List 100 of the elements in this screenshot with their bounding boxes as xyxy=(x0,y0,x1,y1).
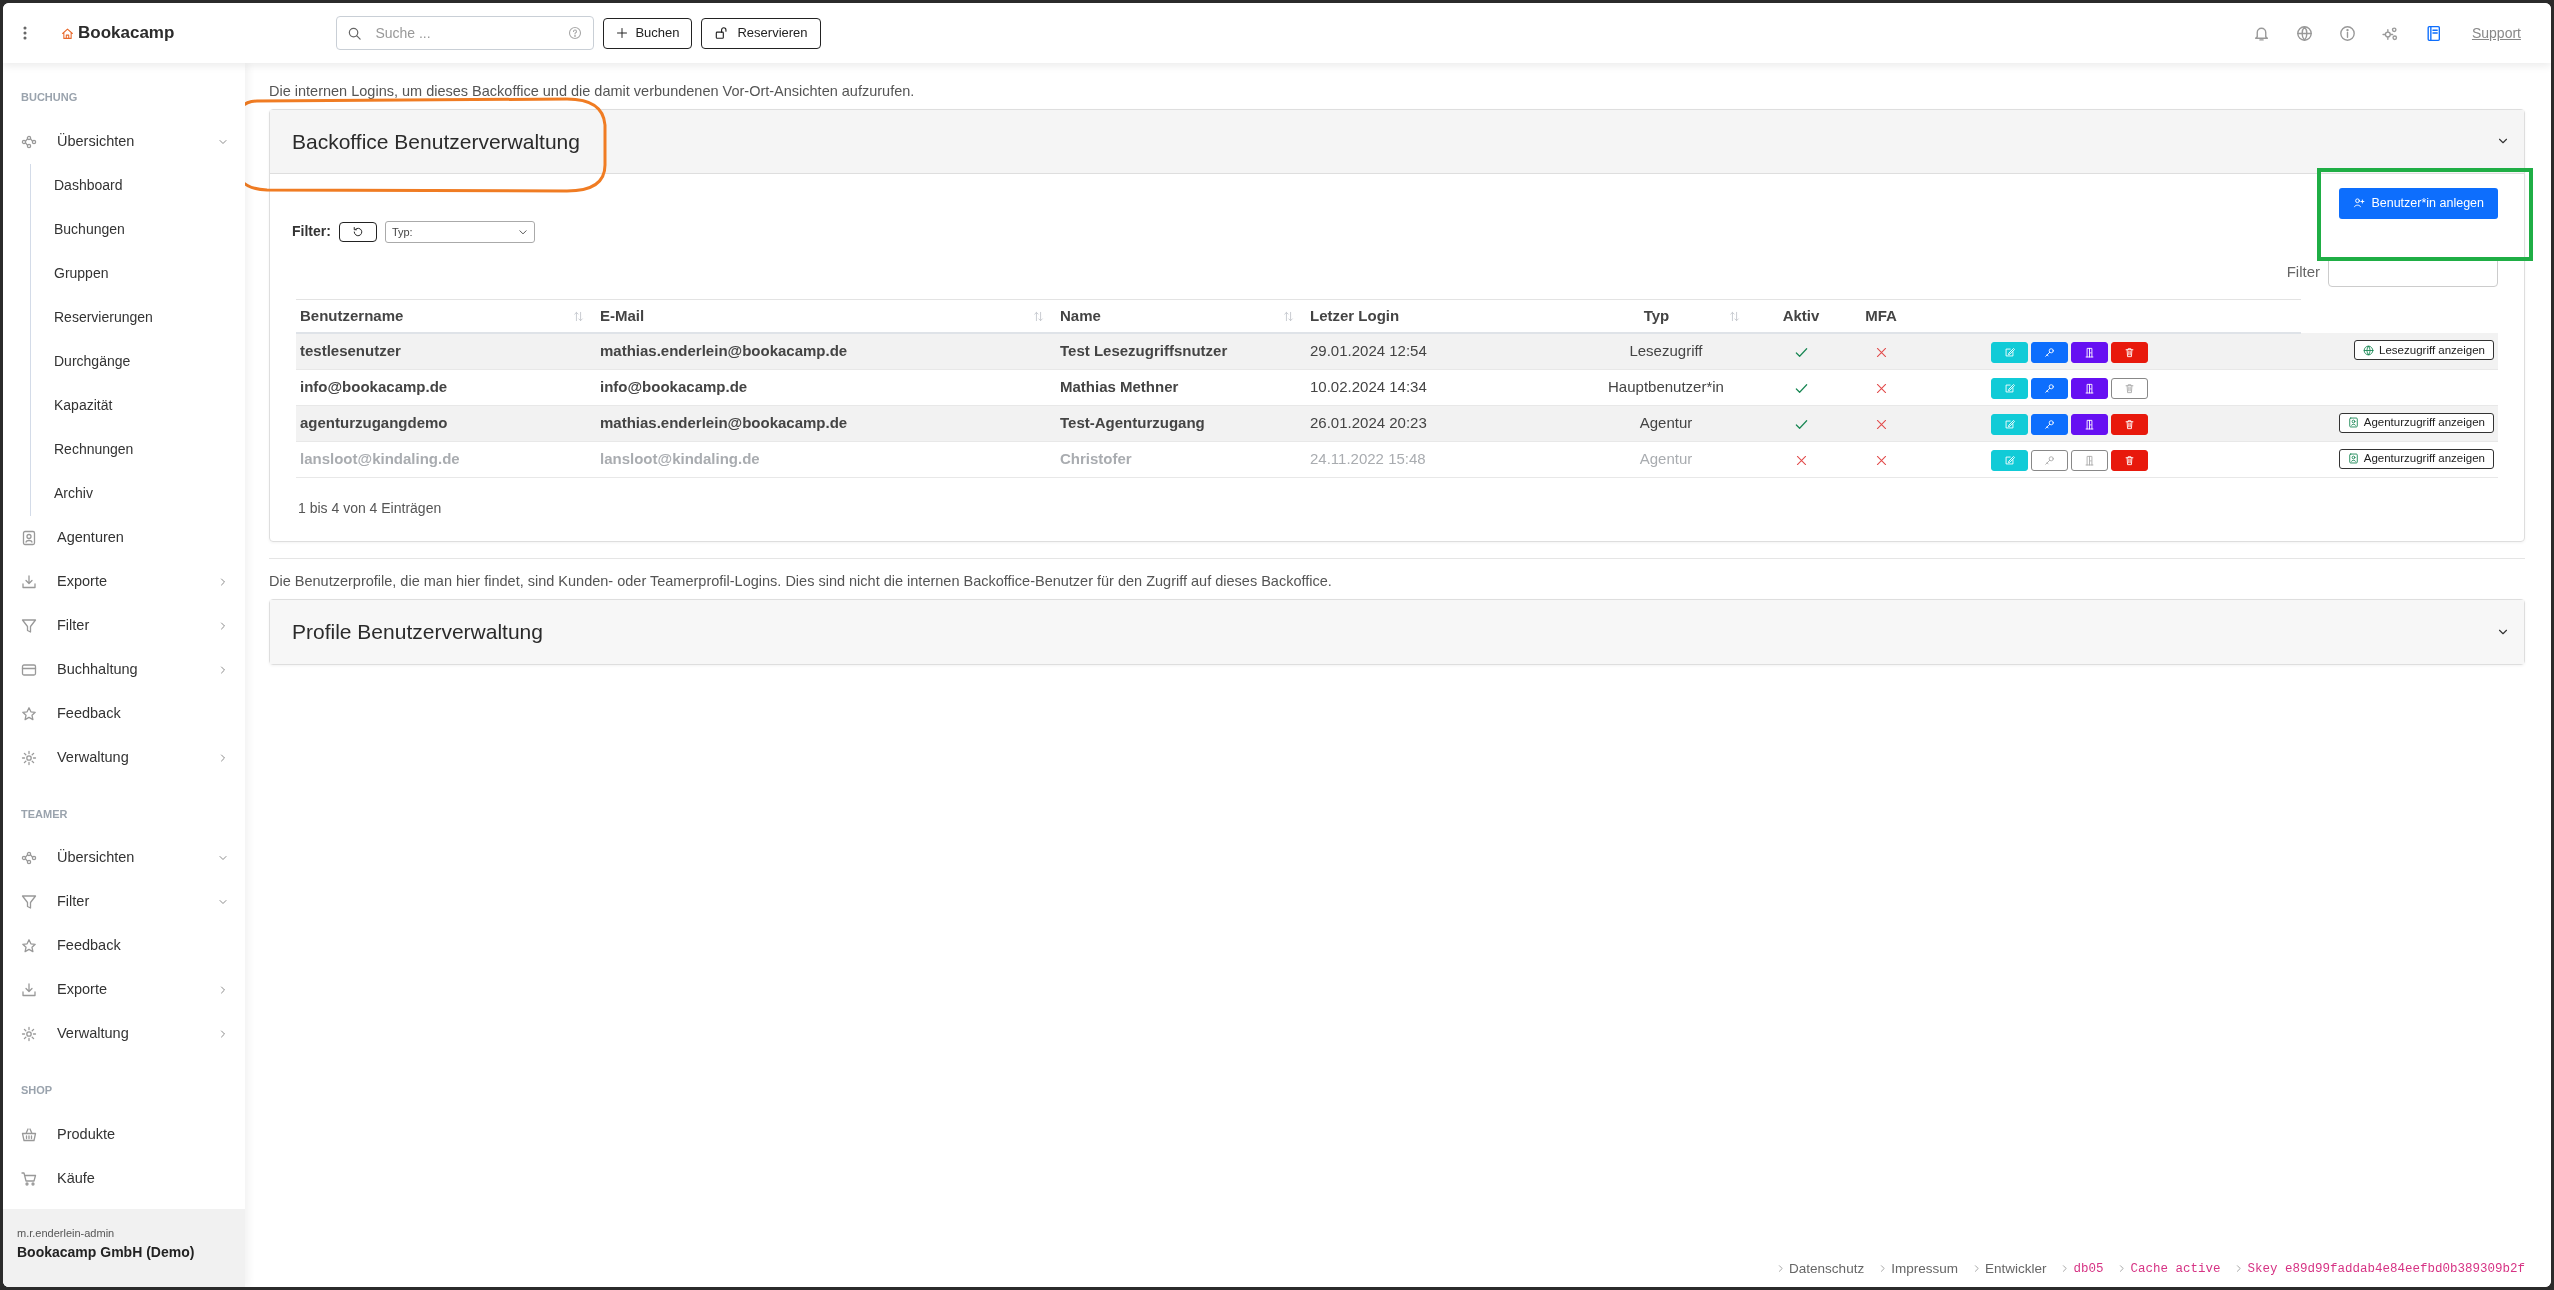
card-header[interactable]: Profile Benutzerverwaltung xyxy=(270,599,2524,664)
contact-card-icon xyxy=(2347,453,2359,464)
gear-icon xyxy=(21,749,37,766)
bell-icon[interactable] xyxy=(2252,24,2270,42)
column-header[interactable]: E-Mail xyxy=(600,304,645,328)
download-icon xyxy=(21,573,37,590)
reset-icon xyxy=(351,225,364,238)
section-heading: SHOP xyxy=(20,1083,54,1098)
sidebar-item[interactable]: Verwaltung xyxy=(3,1012,245,1056)
pencil-icon xyxy=(2003,418,2015,430)
globe-icon xyxy=(2363,344,2375,356)
sidebar-item[interactable]: Käufe xyxy=(3,1156,245,1201)
footer-link[interactable]: Datenschutz xyxy=(1789,1258,1865,1279)
door-icon xyxy=(2083,382,2095,394)
username-cell: testlesenutzer xyxy=(300,342,401,360)
sidebar-item[interactable]: Produkte xyxy=(3,1112,245,1157)
sidebar-item[interactable]: Buchhaltung xyxy=(3,647,245,692)
sidebar-item[interactable]: Filter xyxy=(3,603,245,648)
reserve-button[interactable]: Reservieren xyxy=(701,17,821,49)
type-cell: Hauptbenutzer*in xyxy=(1608,378,1724,395)
door-icon xyxy=(2083,346,2095,358)
access-button[interactable] xyxy=(2070,413,2108,435)
chevron-icon xyxy=(2117,1264,2127,1274)
sort-icon[interactable] xyxy=(1033,310,1044,322)
type-cell: Lesezugriff xyxy=(1629,342,1703,360)
sidebar-item[interactable]: Exporte xyxy=(3,968,245,1012)
name-cell: Mathias Methner xyxy=(1060,378,1179,395)
sort-icon[interactable] xyxy=(1729,310,1741,322)
sidebar-item[interactable]: Übersichten xyxy=(3,119,245,164)
info-icon[interactable] xyxy=(2338,24,2356,42)
name-cell: Christofer xyxy=(1060,450,1132,467)
date-cell: 29.01.2024 12:54 xyxy=(1310,342,1427,360)
pencil-icon xyxy=(2003,454,2015,466)
book-button[interactable]: Buchen xyxy=(603,17,693,49)
trash-icon xyxy=(2123,346,2135,358)
delete-button[interactable] xyxy=(2110,413,2148,435)
sidebar-item[interactable]: Feedback xyxy=(3,691,245,736)
delete-button[interactable] xyxy=(2110,377,2148,399)
edit-button[interactable] xyxy=(1990,341,2028,363)
view-access-button[interactable]: Lesezugriff anzeigen xyxy=(2354,340,2494,361)
chevron-icon xyxy=(2234,1264,2244,1274)
sidebar-subitem[interactable]: Dashboard xyxy=(31,163,245,208)
column-header[interactable]: Benutzername xyxy=(300,304,404,328)
access-button[interactable] xyxy=(2070,341,2108,363)
pencil-icon xyxy=(2003,382,2015,394)
sidebar-subitem[interactable]: Gruppen xyxy=(31,251,245,296)
sidebar-item[interactable]: Übersichten xyxy=(3,836,245,880)
search-icon xyxy=(347,26,363,41)
cart-icon xyxy=(21,1170,37,1187)
status-code: Skey e89d99faddab4e84eefbd0b389309b2f xyxy=(2247,1260,2525,1278)
sidebar-subitem[interactable]: Reservierungen xyxy=(31,295,245,340)
sidebar-item[interactable]: Agenturen xyxy=(3,515,245,560)
help-icon[interactable] xyxy=(568,26,583,40)
username-cell: info@bookacamp.de xyxy=(300,378,448,395)
key-button[interactable] xyxy=(2030,377,2068,399)
name-cell: Test-Agenturzugang xyxy=(1060,414,1205,431)
delete-button[interactable] xyxy=(2110,341,2148,363)
sidebar-subitem[interactable]: Durchgänge xyxy=(31,339,245,384)
date-cell: 24.11.2022 15:48 xyxy=(1310,450,1426,467)
view-access-button[interactable]: Agenturzugriff anzeigen xyxy=(2338,412,2494,433)
sidebar-item[interactable]: Exporte xyxy=(3,559,245,604)
access-button[interactable] xyxy=(2070,377,2108,399)
edit-button[interactable] xyxy=(1990,377,2028,399)
sidebar-item[interactable]: Filter xyxy=(3,880,245,924)
column-header: Letzer Login xyxy=(1310,305,1400,326)
plus-icon xyxy=(616,27,629,39)
edit-button[interactable] xyxy=(1990,413,2028,435)
user-plus-icon xyxy=(2353,197,2366,210)
filter-label: Filter: xyxy=(292,222,331,242)
reset-button[interactable] xyxy=(338,221,377,242)
sidebar-item[interactable]: Feedback xyxy=(3,924,245,968)
globe-icon[interactable] xyxy=(2295,24,2313,42)
user-login: m.r.enderlein-admin xyxy=(17,1226,116,1241)
door-icon xyxy=(2083,454,2095,466)
download-icon xyxy=(21,982,37,998)
support-link[interactable]: Support xyxy=(2471,22,2521,44)
footer-link[interactable]: Impressum xyxy=(1891,1258,1958,1279)
sidebar-subitem[interactable]: Buchungen xyxy=(31,207,245,252)
email-cell: mathias.enderlein@bookacamp.de xyxy=(600,414,848,431)
trash-icon xyxy=(2123,454,2135,466)
sidebar-subitem[interactable]: Rechnungen xyxy=(31,427,245,472)
gears-icon[interactable] xyxy=(2381,24,2399,42)
contact-card-icon xyxy=(21,529,37,546)
sidebar-subitem[interactable]: Archiv xyxy=(31,471,245,516)
column-header[interactable]: Name xyxy=(1060,304,1101,328)
column-header[interactable]: Typ xyxy=(1643,304,1670,328)
card-header[interactable]: Backoffice Benutzerverwaltung xyxy=(270,109,2524,174)
funnel-icon xyxy=(21,617,37,634)
key-button[interactable] xyxy=(2030,341,2068,363)
footer-link[interactable]: Entwickler xyxy=(1984,1258,2047,1279)
search-field[interactable]: Suche ... xyxy=(336,16,595,50)
pencil-icon xyxy=(2003,346,2015,358)
create-user-button[interactable]: Benutzer*in anlegen xyxy=(2339,187,2498,219)
sidebar-subitem[interactable]: Kapazität xyxy=(31,383,245,428)
type-select[interactable]: Typ: xyxy=(384,220,535,243)
book-icon[interactable] xyxy=(2424,24,2442,42)
sort-icon[interactable] xyxy=(1283,310,1294,322)
sort-icon[interactable] xyxy=(573,310,584,322)
key-button[interactable] xyxy=(2030,413,2068,435)
sidebar-item[interactable]: Verwaltung xyxy=(3,735,245,780)
